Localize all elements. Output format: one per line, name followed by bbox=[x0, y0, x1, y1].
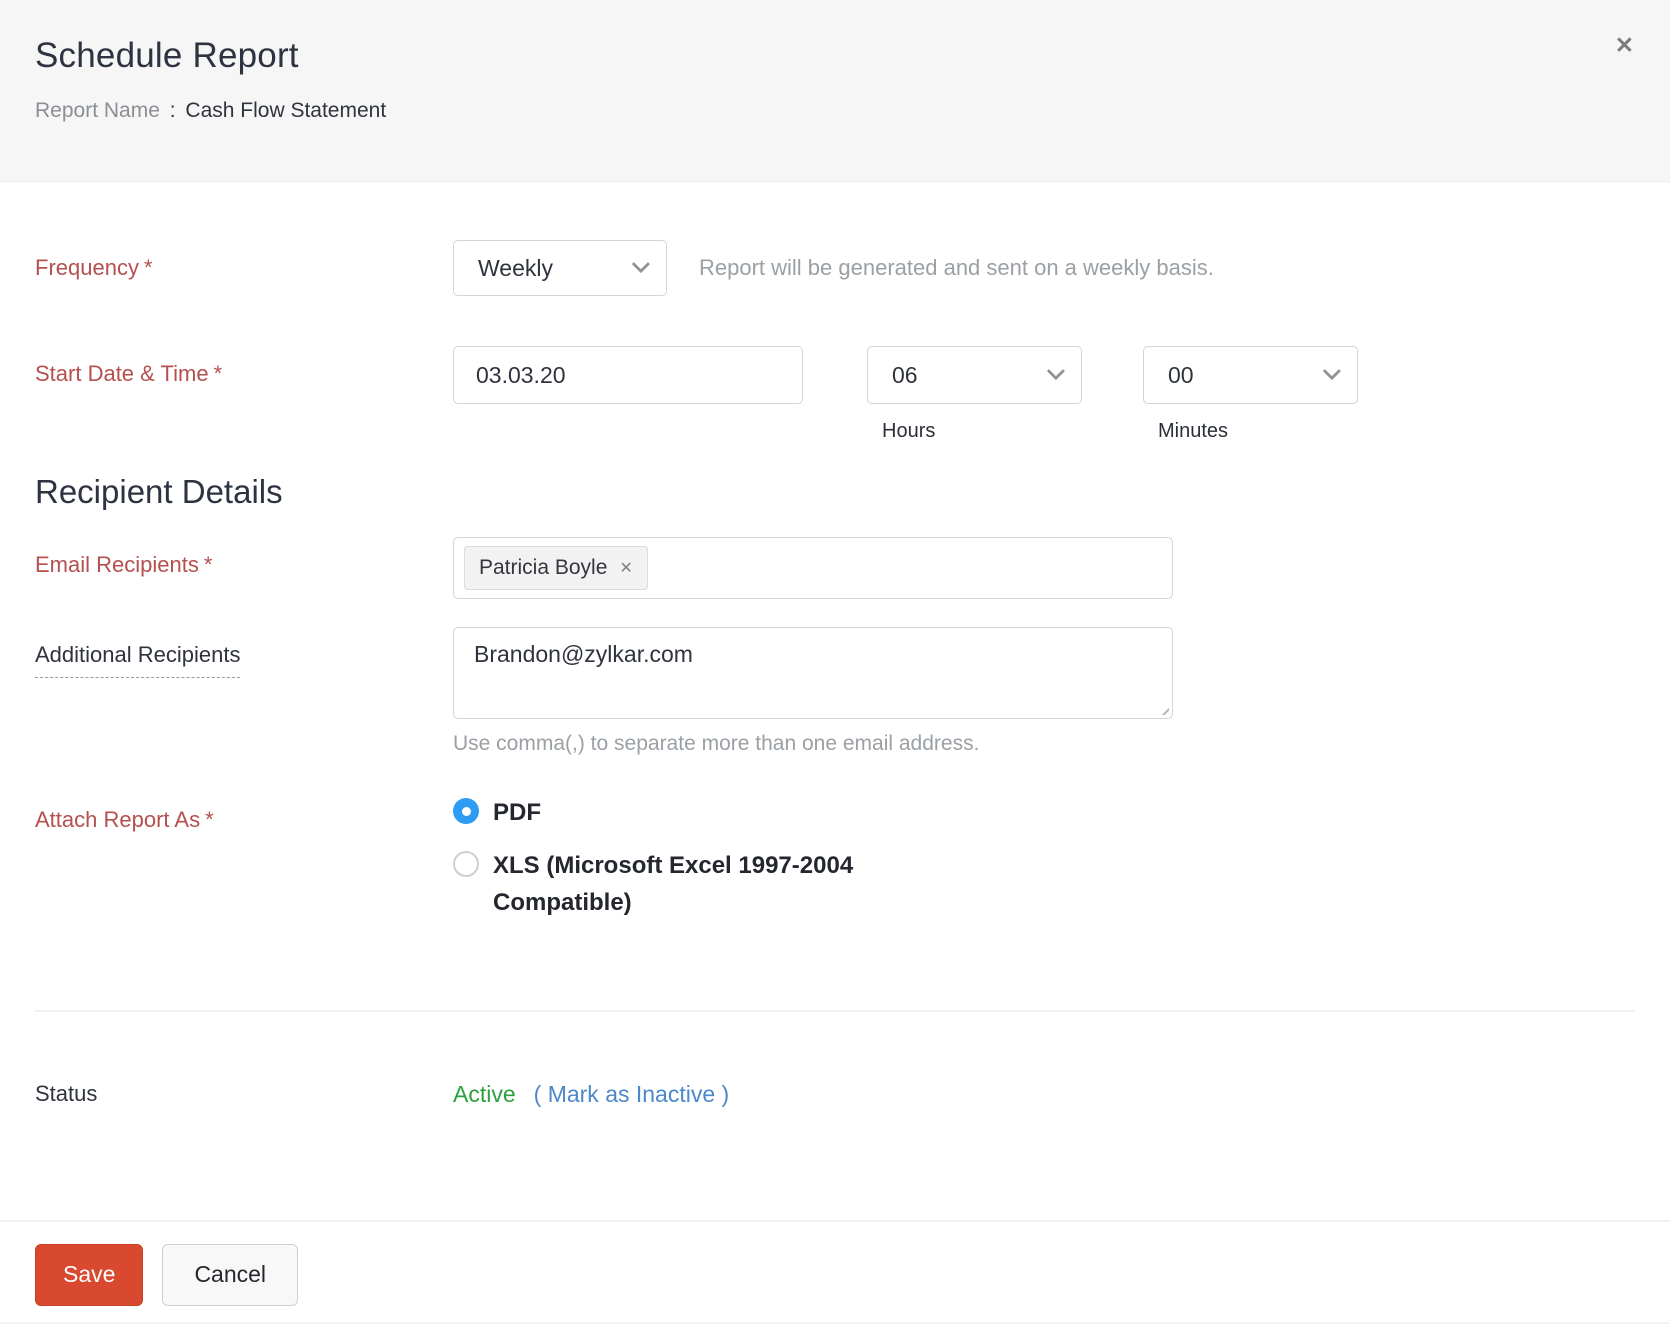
attach-report-as-label: Attach Report As* bbox=[35, 792, 453, 833]
start-date-time-label: Start Date & Time* bbox=[35, 346, 453, 387]
required-mark: * bbox=[205, 807, 214, 832]
radio-selected-icon[interactable] bbox=[453, 798, 479, 824]
minutes-caption: Minutes bbox=[1158, 420, 1358, 443]
frequency-label: Frequency* bbox=[35, 240, 453, 281]
minutes-stack: 00 Minutes bbox=[1143, 346, 1358, 443]
divider bbox=[35, 1010, 1635, 1012]
attach-report-as-row: Attach Report As* PDF XLS (Microsoft Exc… bbox=[35, 792, 1635, 922]
save-button[interactable]: Save bbox=[35, 1244, 143, 1306]
additional-recipients-field: Brandon@zylkar.com Use comma(,) to separ… bbox=[453, 627, 1173, 756]
frequency-select-value: Weekly bbox=[478, 255, 553, 282]
minutes-select[interactable]: 00 bbox=[1143, 346, 1358, 404]
attach-report-options: PDF XLS (Microsoft Excel 1997-2004 Compa… bbox=[453, 792, 878, 922]
mark-as-inactive-link[interactable]: ( Mark as Inactive ) bbox=[534, 1081, 730, 1108]
report-name-line: Report Name : Cash Flow Statement bbox=[35, 99, 1630, 123]
hours-select-value: 06 bbox=[892, 362, 918, 389]
textarea-wrapper: Brandon@zylkar.com bbox=[453, 627, 1173, 719]
radio-option-pdf-label[interactable]: PDF bbox=[493, 794, 541, 831]
chip-remove-icon[interactable]: ✕ bbox=[619, 558, 632, 578]
page-title: Schedule Report bbox=[35, 36, 1630, 76]
start-date-time-row: Start Date & Time* 06 Hours 00 Minutes bbox=[35, 346, 1635, 443]
radio-unselected-icon[interactable] bbox=[453, 851, 479, 877]
recipient-chip-name: Patricia Boyle bbox=[479, 556, 607, 580]
additional-recipients-textarea[interactable]: Brandon@zylkar.com bbox=[453, 627, 1173, 719]
chevron-down-icon bbox=[632, 254, 650, 272]
frequency-helper-text: Report will be generated and sent on a w… bbox=[699, 240, 1214, 296]
hours-stack: 06 Hours bbox=[867, 346, 1082, 443]
email-recipients-input[interactable]: Patricia Boyle ✕ bbox=[453, 537, 1173, 599]
report-name-value: Cash Flow Statement bbox=[185, 99, 386, 122]
email-recipients-row: Email Recipients* Patricia Boyle ✕ bbox=[35, 537, 1635, 599]
dialog-body: Frequency* Weekly Report will be generat… bbox=[0, 240, 1670, 1108]
dialog-header: ✕ Schedule Report Report Name : Cash Flo… bbox=[0, 0, 1670, 182]
cancel-button[interactable]: Cancel bbox=[162, 1244, 298, 1306]
status-badge: Active bbox=[453, 1081, 516, 1108]
close-icon[interactable]: ✕ bbox=[1615, 34, 1634, 57]
additional-recipients-label: Additional Recipients bbox=[35, 627, 453, 678]
required-mark: * bbox=[214, 361, 223, 386]
additional-recipients-row: Additional Recipients Brandon@zylkar.com… bbox=[35, 627, 1635, 756]
recipient-chip: Patricia Boyle ✕ bbox=[464, 546, 648, 590]
report-name-label: Report Name bbox=[35, 99, 160, 122]
required-mark: * bbox=[204, 552, 213, 577]
status-label: Status bbox=[35, 1066, 453, 1107]
frequency-select[interactable]: Weekly bbox=[453, 240, 667, 296]
radio-option-xls[interactable]: XLS (Microsoft Excel 1997-2004 Compatibl… bbox=[453, 847, 878, 921]
email-recipients-label: Email Recipients* bbox=[35, 537, 453, 578]
required-mark: * bbox=[144, 255, 153, 280]
report-name-separator: : bbox=[170, 99, 176, 122]
chevron-down-icon bbox=[1047, 361, 1065, 379]
dialog-footer: Save Cancel bbox=[0, 1222, 1670, 1306]
additional-recipients-helper: Use comma(,) to separate more than one e… bbox=[453, 732, 1173, 756]
radio-option-pdf[interactable]: PDF bbox=[453, 794, 878, 831]
start-date-input[interactable] bbox=[453, 346, 803, 404]
hours-caption: Hours bbox=[882, 420, 1082, 443]
minutes-select-value: 00 bbox=[1168, 362, 1194, 389]
schedule-report-dialog: ✕ Schedule Report Report Name : Cash Flo… bbox=[0, 0, 1670, 1324]
hours-select[interactable]: 06 bbox=[867, 346, 1082, 404]
status-value-group: Active ( Mark as Inactive ) bbox=[453, 1066, 729, 1108]
status-row: Status Active ( Mark as Inactive ) bbox=[35, 1066, 1635, 1108]
recipient-details-heading: Recipient Details bbox=[35, 473, 1635, 511]
frequency-row: Frequency* Weekly Report will be generat… bbox=[35, 240, 1635, 296]
radio-option-xls-label[interactable]: XLS (Microsoft Excel 1997-2004 Compatibl… bbox=[493, 847, 878, 921]
chevron-down-icon bbox=[1323, 361, 1341, 379]
